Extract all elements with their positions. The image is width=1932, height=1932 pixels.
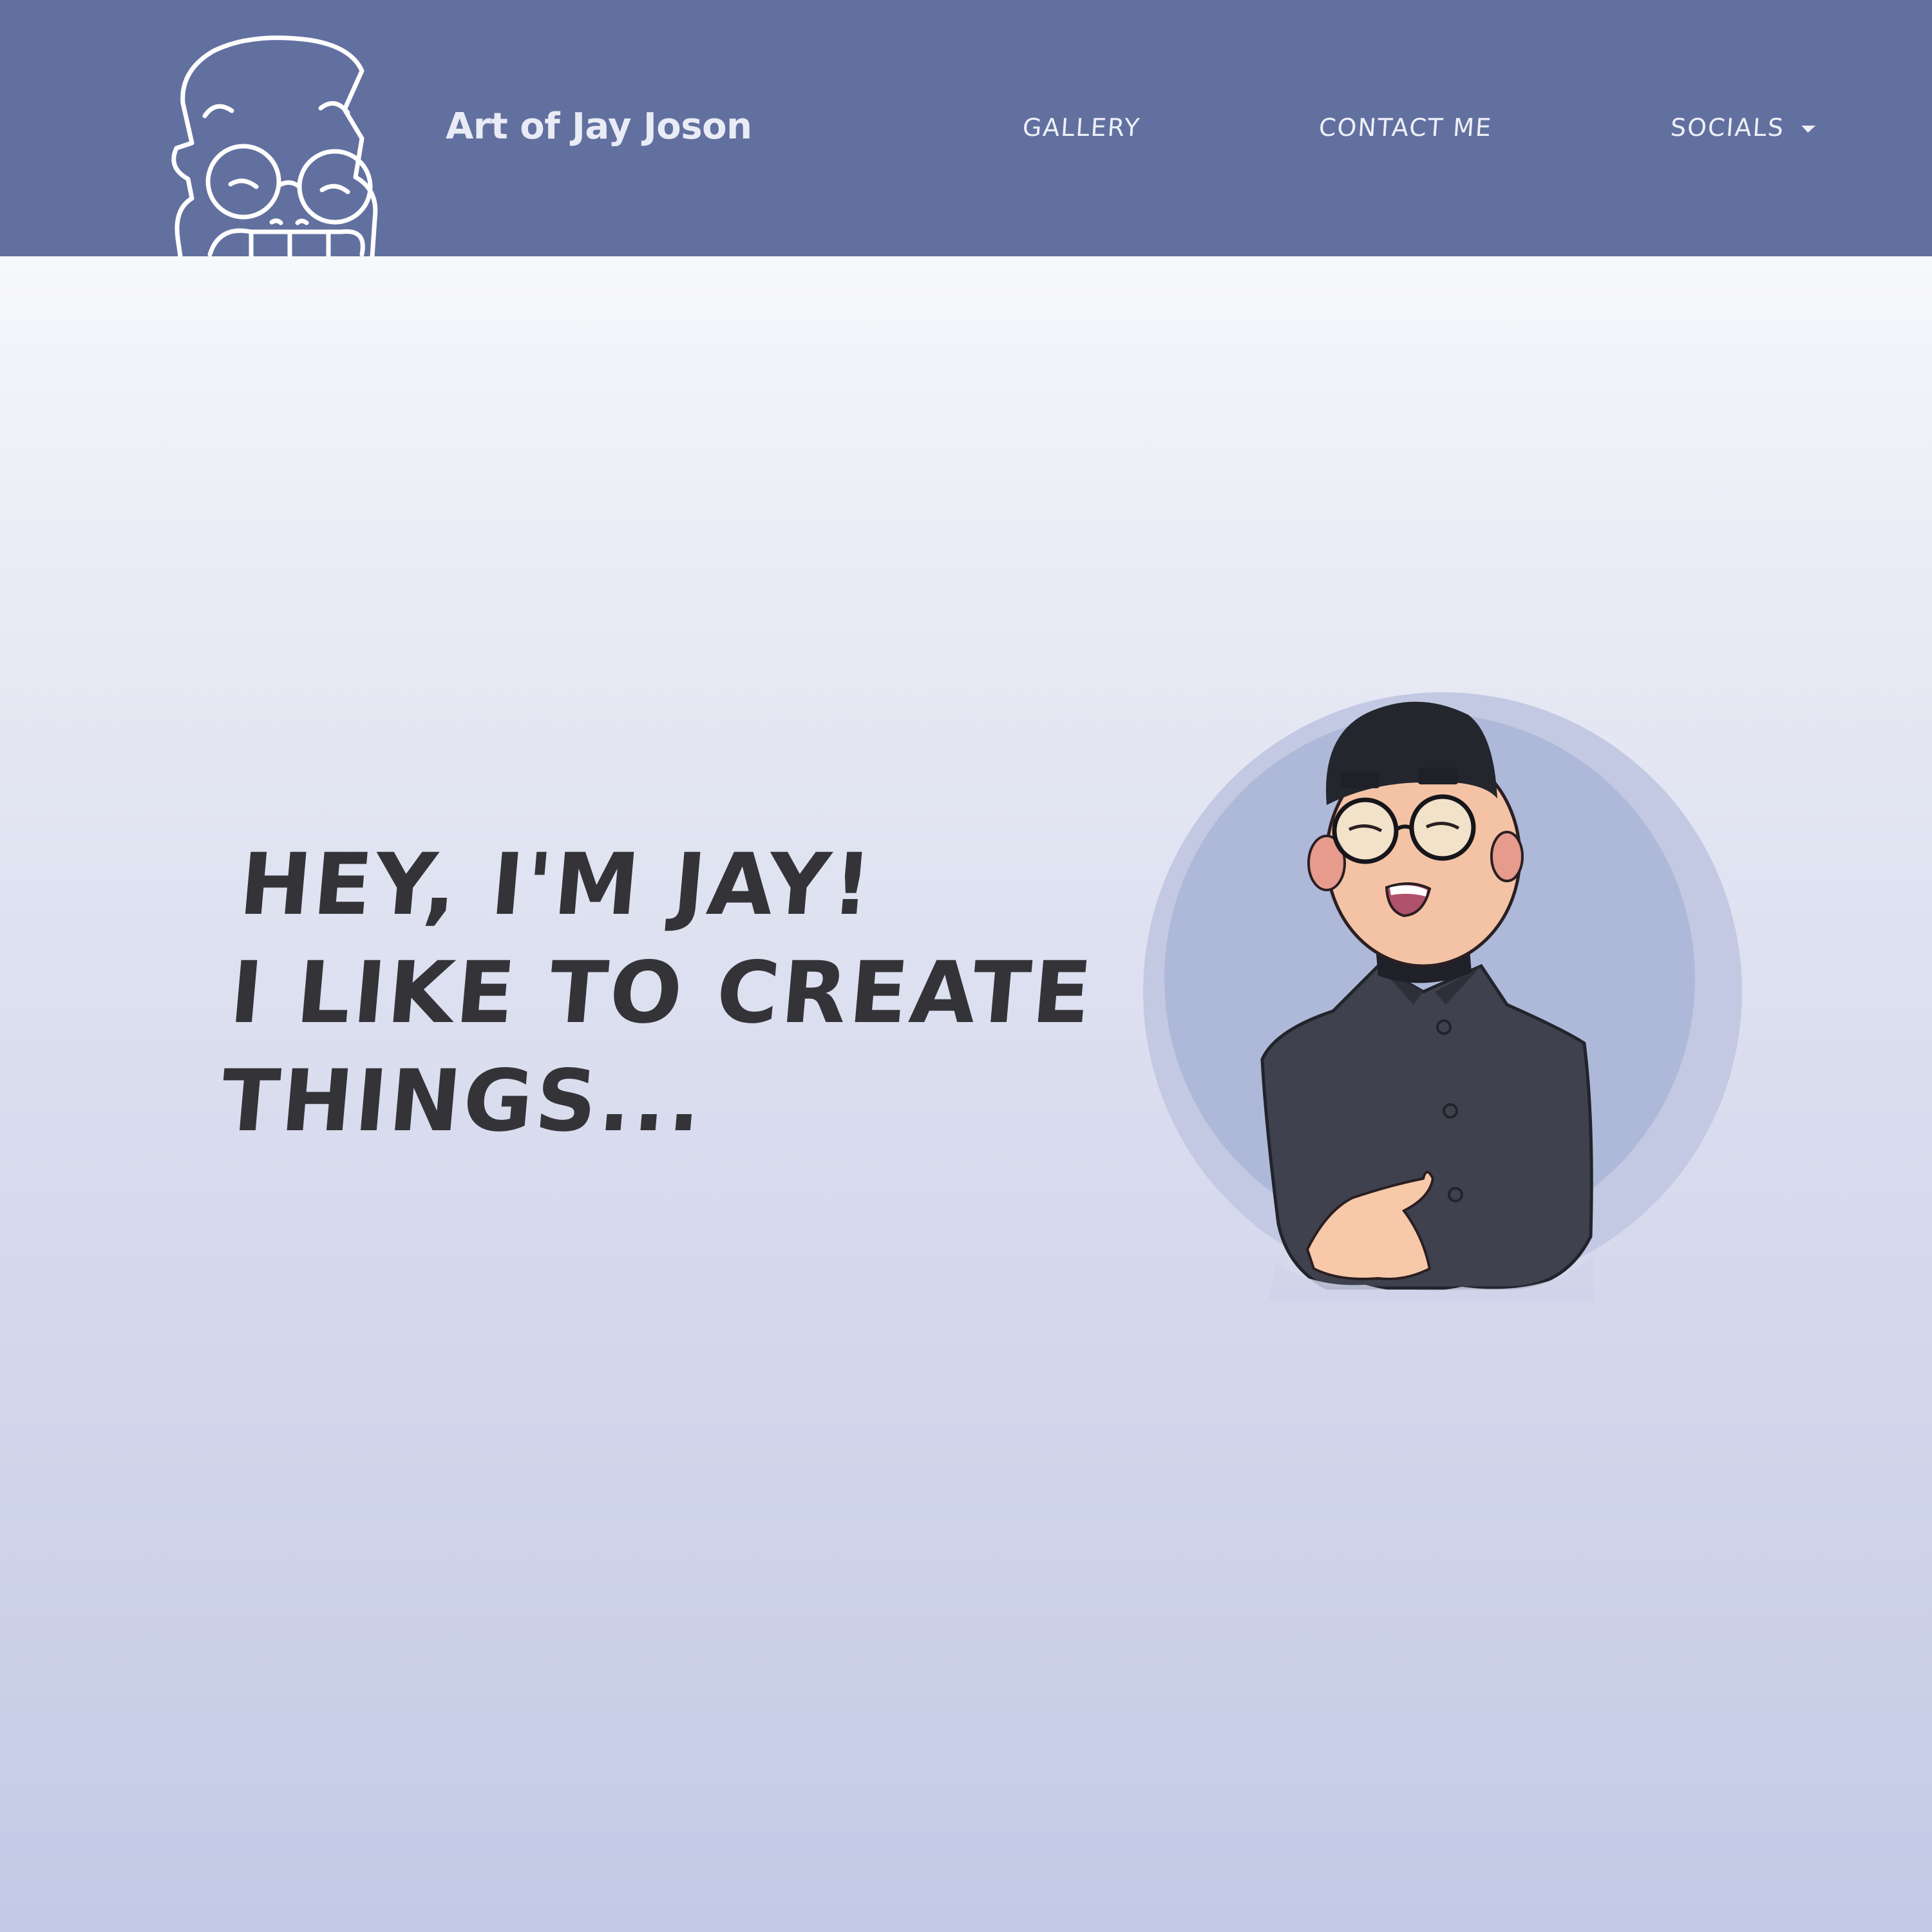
- cartoon-face-logo-icon[interactable]: [155, 32, 419, 256]
- hero-line-2: I LIKE TO CREATE: [226, 943, 1098, 1043]
- nav-gallery-link[interactable]: GALLERY: [1021, 113, 1141, 142]
- artist-portrait-illustration: [1143, 692, 1742, 1301]
- hero-line-1: HEY, I'M JAY!: [235, 835, 878, 934]
- hero-heading: HEY, I'M JAY! I LIKE TO CREATE THINGS...: [216, 831, 1098, 1155]
- nav-socials-label: SOCIALS: [1669, 113, 1786, 142]
- site-header: Art of Jay Joson GALLERY CONTACT ME SOCI…: [0, 0, 1932, 256]
- nav-socials-dropdown[interactable]: SOCIALS: [1669, 113, 1816, 142]
- site-title[interactable]: Art of Jay Joson: [446, 106, 752, 147]
- caret-down-icon: [1801, 125, 1816, 133]
- hero-line-3: THINGS...: [216, 1052, 708, 1151]
- nav-contact-link[interactable]: CONTACT ME: [1318, 113, 1493, 142]
